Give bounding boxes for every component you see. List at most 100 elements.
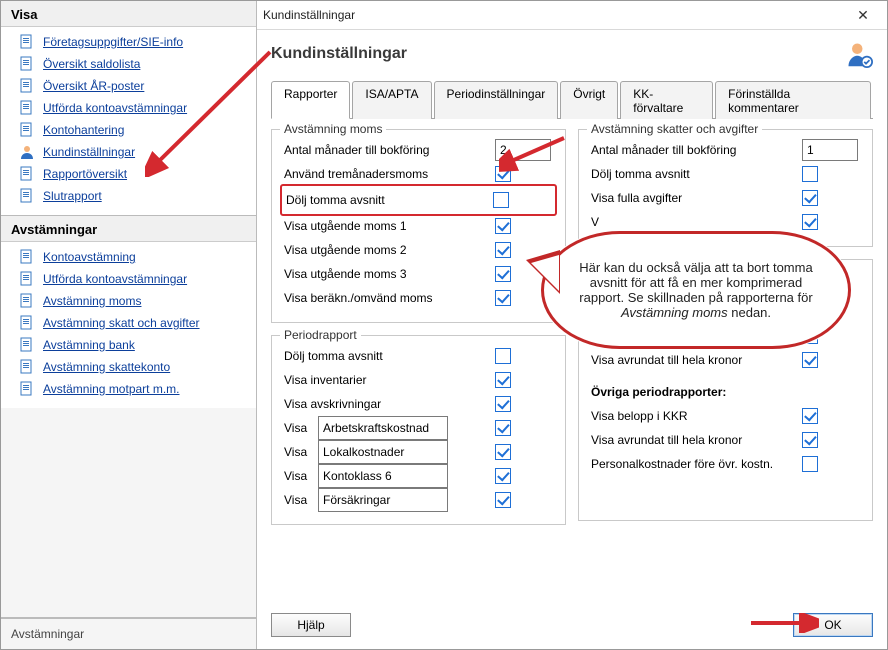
- period-textcheck-1[interactable]: [495, 444, 511, 460]
- moms-label-6: Visa beräkn./omvänd moms: [284, 291, 495, 305]
- sidebar-link[interactable]: Kundinställningar: [43, 145, 135, 159]
- annotation-callout: Här kan du också välja att ta bort tomma…: [541, 231, 851, 349]
- sidebar-link[interactable]: Rapportöversikt: [43, 167, 127, 181]
- period-label-0: Dölj tomma avsnitt: [284, 349, 495, 363]
- period-textcheck-0[interactable]: [495, 420, 511, 436]
- sidebar-item-avst-mning-skatt-och-avgifter[interactable]: Avstämning skatt och avgifter: [1, 312, 256, 334]
- sidebar-item-kundinst-llningar[interactable]: Kundinställningar: [1, 141, 256, 163]
- document-icon: [19, 271, 35, 287]
- period-textcheck-2[interactable]: [495, 468, 511, 484]
- sidebar-link[interactable]: Avstämning skatt och avgifter: [43, 316, 200, 330]
- tab-f-rinst-llda-kommentarer[interactable]: Förinställda kommentarer: [715, 81, 871, 119]
- sidebar: Visa Företagsuppgifter/SIE-infoÖversikt …: [1, 1, 257, 649]
- period-check-1[interactable]: [495, 372, 511, 388]
- moms-check-6[interactable]: [495, 290, 511, 306]
- period-textinput-2[interactable]: [318, 464, 448, 488]
- sidebar-item-versikt-saldolista[interactable]: Översikt saldolista: [1, 53, 256, 75]
- tab-kk-f-rvaltare[interactable]: KK-förvaltare: [620, 81, 713, 119]
- period-textcheck-3[interactable]: [495, 492, 511, 508]
- ok-button[interactable]: OK: [793, 613, 873, 637]
- ovriga-label-0: Visa belopp i KKR: [591, 409, 802, 423]
- sidebar-item-kontoavst-mning[interactable]: Kontoavstämning: [1, 246, 256, 268]
- document-icon: [19, 34, 35, 50]
- moms-check-5[interactable]: [495, 266, 511, 282]
- sidebar-item-versikt-r-poster[interactable]: Översikt ÅR-poster: [1, 75, 256, 97]
- sidebar-link[interactable]: Avstämning skattekonto: [43, 360, 170, 374]
- sidebar-item-kontohantering[interactable]: Kontohantering: [1, 119, 256, 141]
- sidebar-link[interactable]: Avstämning motpart m.m.: [43, 382, 180, 396]
- skatt-label-3: V: [591, 215, 802, 229]
- document-icon: [19, 381, 35, 397]
- callout-emphasis: Avstämning moms: [621, 305, 728, 320]
- dialog-close-button[interactable]: ✕: [845, 4, 881, 26]
- moms-input-0[interactable]: [495, 139, 551, 161]
- tab-isa-apta[interactable]: ISA/APTA: [352, 81, 431, 119]
- moms-row-2: Dölj tomma avsnitt: [280, 184, 557, 216]
- moms-check-4[interactable]: [495, 242, 511, 258]
- ovriga-check-1[interactable]: [802, 432, 818, 448]
- tab-periodinst-llningar[interactable]: Periodinställningar: [434, 81, 559, 119]
- skatt-input-0[interactable]: [802, 139, 858, 161]
- psaldo-check-1[interactable]: [802, 352, 818, 368]
- sidebar-item-avst-mning-bank[interactable]: Avstämning bank: [1, 334, 256, 356]
- sidebar-link[interactable]: Kontoavstämning: [43, 250, 136, 264]
- sidebar-link[interactable]: Företagsuppgifter/SIE-info: [43, 35, 183, 49]
- moms-row-3: Visa utgående moms 1: [284, 214, 553, 238]
- ovriga-label-2: Personalkostnader före övr. kostn.: [591, 457, 802, 471]
- period-textinput-1[interactable]: [318, 440, 448, 464]
- period-prefix-3: Visa: [284, 493, 318, 507]
- help-button[interactable]: Hjälp: [271, 613, 351, 637]
- sidebar-item-f-retagsuppgifter-sie-info[interactable]: Företagsuppgifter/SIE-info: [1, 31, 256, 53]
- sidebar-link[interactable]: Översikt saldolista: [43, 57, 140, 71]
- sidebar-link[interactable]: Utförda kontoavstämningar: [43, 101, 187, 115]
- moms-label-0: Antal månader till bokföring: [284, 143, 495, 157]
- sidebar-item-utf-rda-kontoavst-mningar[interactable]: Utförda kontoavstämningar: [1, 268, 256, 290]
- sidebar-item-slutrapport[interactable]: Slutrapport: [1, 185, 256, 207]
- sidebar-link[interactable]: Slutrapport: [43, 189, 102, 203]
- tab-rapporter[interactable]: Rapporter: [271, 81, 350, 119]
- dialog-title: Kundinställningar: [263, 8, 845, 22]
- moms-check-3[interactable]: [495, 218, 511, 234]
- sidebar-item-avst-mning-moms[interactable]: Avstämning moms: [1, 290, 256, 312]
- moms-check-2[interactable]: [493, 192, 509, 208]
- tab-vrigt[interactable]: Övrigt: [560, 81, 618, 119]
- skatt-check-2[interactable]: [802, 190, 818, 206]
- moms-row-0: Antal månader till bokföring: [284, 138, 553, 162]
- sidebar-link[interactable]: Avstämning bank: [43, 338, 135, 352]
- period-textrow-2: Visa: [284, 464, 553, 488]
- heading-ovriga-periodrapporter: Övriga periodrapporter:: [591, 385, 860, 399]
- sidebar-item-rapport-versikt[interactable]: Rapportöversikt: [1, 163, 256, 185]
- moms-label-2: Dölj tomma avsnitt: [286, 193, 493, 207]
- moms-check-1[interactable]: [495, 166, 511, 182]
- group-periodrapport: Periodrapport Dölj tomma avsnittVisa inv…: [271, 335, 566, 525]
- period-check-0[interactable]: [495, 348, 511, 364]
- sidebar-item-utf-rda-kontoavst-mningar[interactable]: Utförda kontoavstämningar: [1, 97, 256, 119]
- legend-avstamning-moms: Avstämning moms: [280, 122, 386, 136]
- document-icon: [19, 249, 35, 265]
- period-row-1: Visa inventarier: [284, 368, 553, 392]
- period-textinput-3[interactable]: [318, 488, 448, 512]
- document-icon: [19, 56, 35, 72]
- moms-label-1: Använd tremånadersmoms: [284, 167, 495, 181]
- sidebar-link[interactable]: Avstämning moms: [43, 294, 141, 308]
- period-textinput-0[interactable]: [318, 416, 448, 440]
- period-check-2[interactable]: [495, 396, 511, 412]
- sidebar-link[interactable]: Översikt ÅR-poster: [43, 79, 144, 93]
- ovriga-check-0[interactable]: [802, 408, 818, 424]
- skatt-check-1[interactable]: [802, 166, 818, 182]
- group-avstamning-skatter: Avstämning skatter och avgifter Antal må…: [578, 129, 873, 247]
- sidebar-item-avst-mning-skattekonto[interactable]: Avstämning skattekonto: [1, 356, 256, 378]
- tab-strip: RapporterISA/APTAPeriodinställningarÖvri…: [271, 80, 873, 119]
- moms-label-3: Visa utgående moms 1: [284, 219, 495, 233]
- sidebar-link[interactable]: Utförda kontoavstämningar: [43, 272, 187, 286]
- sidebar-link[interactable]: Kontohantering: [43, 123, 124, 137]
- ovriga-check-2[interactable]: [802, 456, 818, 472]
- moms-row-6: Visa beräkn./omvänd moms: [284, 286, 553, 310]
- period-row-2: Visa avskrivningar: [284, 392, 553, 416]
- sidebar-footer-label[interactable]: Avstämningar: [1, 618, 256, 649]
- skatt-check-3[interactable]: [802, 214, 818, 230]
- document-icon: [19, 78, 35, 94]
- skatt-label-2: Visa fulla avgifter: [591, 191, 802, 205]
- sidebar-item-avst-mning-motpart-m-m[interactable]: Avstämning motpart m.m.: [1, 378, 256, 400]
- period-textrow-1: Visa: [284, 440, 553, 464]
